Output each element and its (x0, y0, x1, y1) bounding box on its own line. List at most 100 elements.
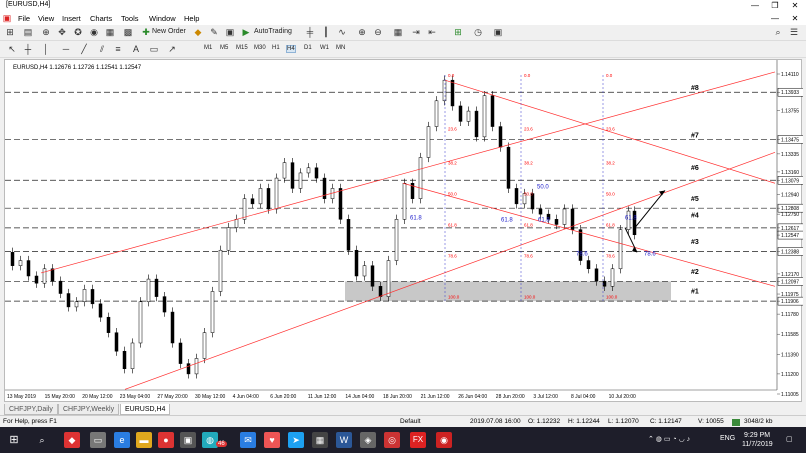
task-view-icon[interactable]: ▭ (90, 432, 106, 448)
cursor-icon[interactable]: ↖ (6, 44, 18, 55)
tf-m1[interactable]: M1 (204, 45, 212, 51)
messenger-icon[interactable]: ✉ (240, 432, 256, 448)
language-indicator[interactable]: ENG (720, 435, 735, 442)
app-icon-red[interactable]: ● (158, 432, 174, 448)
tf-h1[interactable]: H1 (272, 45, 280, 51)
chart-minimize-button[interactable]: — (766, 13, 784, 25)
search-taskbar-icon[interactable]: ⌕ (34, 432, 50, 448)
channel-icon[interactable]: ⫽ (96, 44, 108, 55)
tf-m30[interactable]: M30 (254, 45, 266, 51)
fib-level-label: 100.0 (606, 295, 618, 300)
file-explorer-icon[interactable]: ▬ (136, 432, 152, 448)
tab-eurusd-h4[interactable]: EURUSD,H4 (120, 404, 171, 415)
candle-body (282, 162, 287, 179)
new-order-icon[interactable]: ✚ (140, 27, 152, 38)
metatrader-taskbar-icon[interactable]: ◉ (436, 432, 452, 448)
crosshair-icon[interactable]: ┼ (22, 44, 34, 55)
candle-body (306, 167, 311, 174)
chart-area[interactable]: EURUSD,H4 1.12676 1.12726 1.12541 1.1254… (4, 59, 803, 403)
expert-icon[interactable]: ◆ (192, 27, 204, 38)
level-label: #7 (691, 132, 699, 139)
fx-app-icon[interactable]: FX (410, 432, 426, 448)
fibonacci-icon[interactable]: ≡ (112, 44, 124, 55)
profiles-icon[interactable]: ▤ (22, 27, 34, 38)
tf-m15[interactable]: M15 (236, 45, 248, 51)
brave-icon[interactable]: ◆ (64, 432, 80, 448)
market-watch-icon[interactable]: ⊕ (40, 27, 52, 38)
windows-start-icon[interactable]: ⊞ (6, 432, 22, 448)
notifications-icon[interactable]: ▢ (786, 435, 793, 443)
app-icon-pink[interactable]: ♥ (264, 432, 280, 448)
fib-level-label: 38.2 (448, 161, 457, 166)
store-icon[interactable]: ▣ (180, 432, 196, 448)
menu-charts[interactable]: Charts (90, 14, 112, 23)
text-icon[interactable]: A (130, 44, 142, 55)
price-chart[interactable]: EURUSD,H4 1.12676 1.12726 1.12541 1.1254… (5, 60, 803, 403)
autoscroll-icon[interactable]: ⇥ (410, 27, 422, 38)
menu-help[interactable]: Help (184, 14, 199, 23)
app-icon-grey[interactable]: ◈ (360, 432, 376, 448)
vertical-line-icon[interactable]: │ (40, 44, 52, 55)
tf-mn[interactable]: MN (336, 45, 345, 51)
time-label: 27 May 20:00 (157, 394, 188, 400)
menu-window[interactable]: Window (149, 14, 176, 23)
menu-view[interactable]: View (38, 14, 54, 23)
menu-tools[interactable]: Tools (121, 14, 139, 23)
tab-chfjpy-daily[interactable]: CHFJPY,Daily (4, 404, 58, 415)
label-icon[interactable]: ▭ (148, 44, 160, 55)
arrow-tool-icon[interactable]: ↗ (166, 44, 178, 55)
clock-time[interactable]: 9:29 PM (744, 432, 770, 439)
menu-file[interactable]: File (18, 14, 30, 23)
horizontal-line-icon[interactable]: ─ (60, 44, 72, 55)
new-order-button[interactable]: New Order (152, 28, 186, 35)
trendline-icon[interactable]: ╱ (78, 44, 90, 55)
templates-icon[interactable]: ▣ (492, 27, 504, 38)
candlestick-icon[interactable]: ┃ (320, 27, 332, 38)
candle-body (226, 227, 231, 251)
terminal-icon[interactable]: ◉ (88, 27, 100, 38)
menu-insert[interactable]: Insert (62, 14, 81, 23)
app-icon-red2[interactable]: ◎ (384, 432, 400, 448)
chart-close-button[interactable]: ✕ (786, 13, 804, 25)
autotrading-button[interactable]: AutoTrading (254, 28, 292, 35)
indicators-icon[interactable]: ⊞ (452, 27, 464, 38)
tf-h4[interactable]: H4 (286, 45, 296, 53)
minimize-button[interactable]: — (746, 0, 764, 12)
metaeditor-icon[interactable]: ✎ (208, 27, 220, 38)
tf-d1[interactable]: D1 (304, 45, 312, 51)
tester-icon[interactable]: ▦ (104, 27, 116, 38)
zoom-out-icon[interactable]: ⊖ (372, 27, 384, 38)
autotrading-icon[interactable]: ▶ (240, 27, 252, 38)
line-chart-icon[interactable]: ∿ (336, 27, 348, 38)
tf-w1[interactable]: W1 (320, 45, 329, 51)
time-label: 3 Jul 12:00 (533, 394, 558, 400)
level-label: #3 (691, 239, 699, 246)
tray-icons[interactable]: ⌃ ◍ ▭ ◔ ◡ ♪ (648, 435, 690, 443)
close-button[interactable]: ✕ (786, 0, 804, 12)
zoom-in-icon[interactable]: ⊕ (356, 27, 368, 38)
word-icon[interactable]: W (336, 432, 352, 448)
standard-toolbar: ⊞ ▤ ⊕ ✥ ✪ ◉ ▦ ▩ ✚ New Order ◆ ✎ ▣ ▶ Auto… (0, 25, 806, 41)
maximize-button[interactable]: ❐ (766, 0, 784, 12)
new-chart-icon[interactable]: ⊞ (4, 27, 16, 38)
options-icon[interactable]: ▣ (224, 27, 236, 38)
navigator-icon[interactable]: ✪ (72, 27, 84, 38)
search-icon[interactable]: ⌕ (772, 27, 784, 38)
status-datetime: 2019.07.08 16:00 (470, 418, 521, 425)
time-label: 10 Jul 20:00 (609, 394, 636, 400)
telegram-icon[interactable]: ➤ (288, 432, 304, 448)
app-icon-dark[interactable]: ▦ (312, 432, 328, 448)
clock-date[interactable]: 11/7/2019 (742, 441, 773, 448)
periods-icon[interactable]: ◷ (472, 27, 484, 38)
chat-icon[interactable]: ☰ (788, 27, 800, 38)
bar-chart-icon[interactable]: ╪ (304, 27, 316, 38)
editor-icon[interactable]: ▩ (122, 27, 134, 38)
data-window-icon[interactable]: ✥ (56, 27, 68, 38)
chart-shift-icon[interactable]: ⇤ (426, 27, 438, 38)
tab-chfjpy-weekly[interactable]: CHFJPY,Weekly (58, 404, 120, 415)
tile-windows-icon[interactable]: ▦ (392, 27, 404, 38)
fib-blue-label: 61.8 (501, 217, 513, 223)
edge-icon[interactable]: e (114, 432, 130, 448)
time-label: 23 May 04:00 (120, 394, 151, 400)
tf-m5[interactable]: M5 (220, 45, 228, 51)
